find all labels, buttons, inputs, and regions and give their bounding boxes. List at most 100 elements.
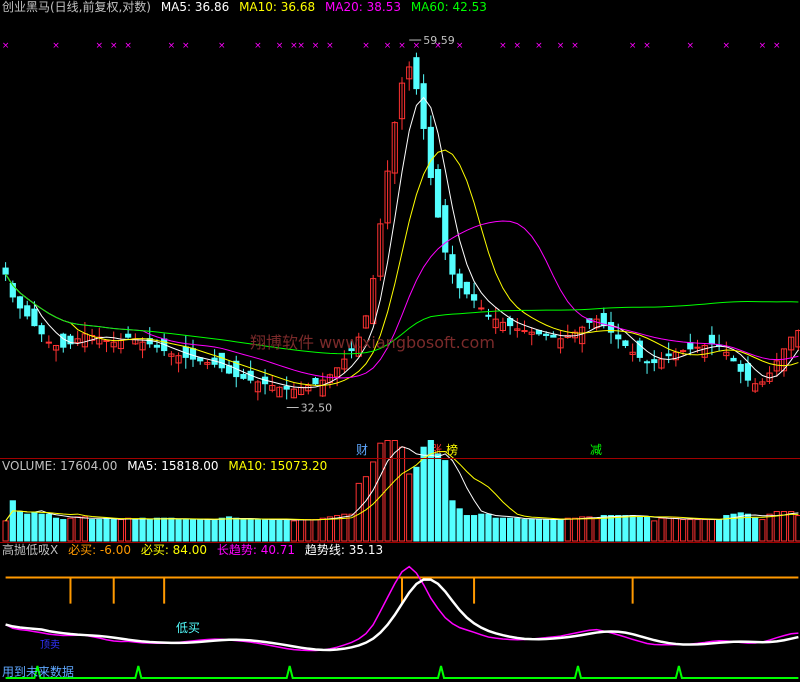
volume-bar (225, 516, 233, 542)
ma60-value: MA60: 42.53 (410, 0, 487, 14)
volume-bar (233, 517, 240, 542)
badge-cai: 财 (356, 443, 368, 457)
top-marker: × (312, 41, 320, 51)
volume-bar (456, 508, 463, 542)
candle-body (283, 385, 290, 390)
candle-body (2, 267, 9, 275)
volume-bar (406, 473, 413, 542)
volume-bar (391, 440, 398, 542)
candle-body (521, 330, 528, 333)
volume-bar (2, 520, 9, 542)
volume-bar (557, 519, 564, 542)
volume-bar (651, 520, 658, 542)
top-marker: × (759, 41, 767, 51)
volume-bar (45, 513, 52, 542)
volume-bar (485, 513, 492, 542)
top-marker: × (499, 41, 507, 51)
volume-bar (117, 519, 125, 542)
top-marker: × (124, 41, 132, 51)
top-marker: × (297, 41, 305, 51)
candle-body (478, 307, 485, 310)
badge-bang: 榜 (446, 442, 458, 457)
volume-bar (261, 519, 269, 542)
volume-bar (687, 519, 694, 542)
candle-body (470, 294, 478, 301)
bimai-neg-value: 必买: -6.00 (68, 543, 131, 557)
candle-body (615, 334, 622, 340)
volume-bar (74, 516, 81, 542)
volume-bar (312, 519, 319, 542)
volume-bar (716, 519, 723, 542)
volume-bar (694, 519, 701, 542)
future-data-note: 用到未来数据 (2, 664, 74, 679)
volume-bar (543, 519, 550, 542)
volume-bar (139, 517, 146, 542)
volume-bar (593, 517, 600, 542)
ma5-value: MA5: 36.86 (160, 0, 230, 14)
volume-bar (204, 519, 211, 542)
top-marker: × (514, 41, 522, 51)
volume-bar (528, 519, 535, 542)
candle-body (434, 169, 442, 218)
top-marker: × (254, 41, 262, 51)
volume-bar (752, 517, 759, 542)
top-marker: × (535, 41, 543, 51)
volume-bar (607, 515, 615, 542)
volume-value: VOLUME: 17604.00 (2, 459, 118, 473)
candle-body (16, 296, 24, 309)
main-header: 创业黑马(日线,前复权,对数) MA5: 36.86 MA10: 36.68 M… (2, 0, 493, 15)
top-marker: × (276, 41, 284, 51)
trend-line-value: 趋势线: 35.13 (304, 543, 384, 557)
volume-bar (492, 517, 499, 542)
vol-ma10-value: MA10: 15073.20 (228, 459, 328, 473)
volume-bar (658, 517, 665, 542)
candle-body (795, 330, 800, 348)
top-marker: × (168, 41, 176, 51)
volume-bar (442, 460, 449, 542)
volume-bar (643, 516, 651, 542)
volume-bar (679, 519, 687, 542)
candle-body (550, 334, 557, 338)
volume-bar (153, 517, 161, 542)
volume-bar (81, 516, 88, 542)
long-trend-value: 长趋势: 40.71 (216, 543, 296, 557)
volume-bar (600, 515, 607, 542)
candle-body (622, 340, 629, 346)
low-buy-label: 低买 (176, 621, 200, 635)
candle-body (485, 314, 492, 317)
volume-bar (254, 519, 261, 542)
badge-jian: 减 (590, 443, 602, 457)
top-marker: × (456, 41, 464, 51)
volume-bar (132, 519, 139, 542)
stock-title: 创业黑马(日线,前复权,对数) (2, 0, 151, 14)
volume-bar (413, 466, 420, 542)
volume-bar (269, 519, 276, 542)
volume-bar (247, 519, 254, 542)
volume-bar (514, 517, 521, 542)
bimai-signal-line (5, 576, 799, 604)
volume-bar (96, 519, 103, 542)
candle-body (24, 305, 31, 317)
bottom-signal-line (5, 665, 799, 679)
volume-bar (672, 517, 679, 542)
volume-bar (586, 516, 593, 542)
volume-bar (103, 517, 110, 542)
volume-bar (67, 517, 74, 542)
volume-bar (182, 519, 189, 542)
volume-bar (175, 519, 182, 542)
volume-bar (355, 482, 362, 542)
volume-bar (319, 517, 326, 542)
volume-header: VOLUME: 17604.00 MA5: 15818.00 MA10: 150… (2, 459, 333, 474)
volume-bar (636, 516, 643, 542)
candle-body (60, 333, 67, 348)
candle-body (730, 357, 737, 362)
candle-body (240, 373, 247, 379)
volume-bar (189, 519, 197, 542)
candle-body (125, 333, 132, 338)
volume-bar (290, 520, 297, 542)
volume-bar (759, 519, 766, 542)
ma20-value: MA20: 38.53 (324, 0, 401, 14)
top-marker: × (413, 41, 421, 51)
candle-body (456, 273, 463, 289)
volume-bar (16, 511, 24, 542)
